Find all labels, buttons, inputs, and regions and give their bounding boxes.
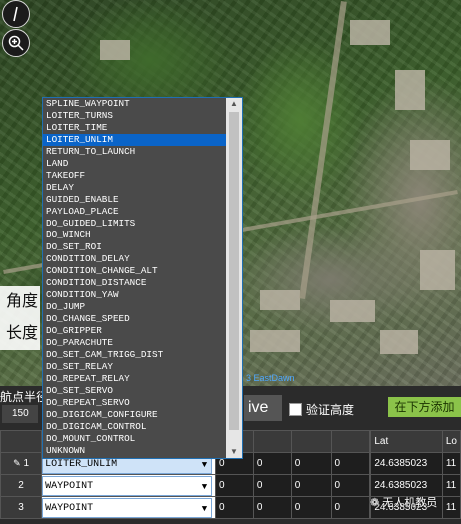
dropdown-option[interactable]: CONDITION_DISTANCE [43, 277, 226, 289]
dropdown-option[interactable]: RETURN_TO_LAUNCH [43, 146, 226, 158]
dropdown-option[interactable]: CONDITION_DELAY [43, 253, 226, 265]
dropdown-option[interactable]: DO_DIGICAM_CONFIGURE [43, 409, 226, 421]
command-value: LOITER_UNLIM [45, 458, 118, 470]
dropdown-option[interactable]: LOITER_UNLIM [43, 133, 226, 146]
dropdown-option[interactable]: DO_SET_RELAY [43, 361, 226, 373]
lon-cell[interactable]: 11 [441, 496, 461, 519]
command-cell[interactable]: WAYPOINT ▼ [41, 474, 217, 497]
altitude-mode-select[interactable]: ive [244, 395, 282, 421]
row-number[interactable]: ✎ 1 [0, 452, 43, 475]
param3-cell[interactable]: 0 [290, 496, 332, 519]
dropdown-option[interactable]: LOITER_TURNS [43, 110, 226, 122]
dropdown-scrollbar[interactable]: ▲ ▼ [226, 98, 242, 458]
header-p3 [290, 430, 332, 453]
length-label: 长度 [0, 318, 40, 350]
dropdown-option[interactable]: DO_SET_CAM_TRIGG_DIST [43, 349, 226, 361]
command-dropdown-list[interactable]: SPLINE_WAYPOINT LOITER_TURNS LOITER_TIME LO… [42, 97, 243, 459]
param4-cell[interactable]: 0 [330, 474, 371, 497]
dropdown-option[interactable]: DELAY [43, 182, 226, 194]
lon-cell[interactable]: 11 [441, 452, 461, 475]
zoom-in-icon [8, 35, 24, 51]
dropdown-option[interactable]: DO_SET_SERVO [43, 385, 226, 397]
waypoint-radius-input[interactable]: 150 [2, 405, 38, 423]
param4-cell[interactable]: 0 [330, 496, 371, 519]
header-p2 [252, 430, 292, 453]
dropdown-option[interactable]: DO_REPEAT_RELAY [43, 373, 226, 385]
row-number-text: 1 [23, 458, 30, 469]
param2-cell[interactable]: 0 [252, 496, 292, 519]
param4-cell[interactable]: 0 [330, 452, 371, 475]
dropdown-items: SPLINE_WAYPOINT LOITER_TURNS LOITER_TIME LO… [43, 98, 242, 457]
dropdown-option[interactable]: DO_MOUNT_CONTROL [43, 433, 226, 445]
watermark-text: 无人机教员 [382, 497, 438, 509]
row-number[interactable]: 3 [0, 496, 43, 519]
zoom-in-button[interactable] [2, 29, 30, 57]
param1-cell[interactable]: 0 [215, 474, 254, 497]
dropdown-option[interactable]: PAYLOAD_PLACE [43, 206, 226, 218]
dropdown-option[interactable]: DO_CHANGE_SPEED [43, 313, 226, 325]
header-lat: Lat [370, 430, 443, 453]
dropdown-option[interactable]: DO_REPEAT_SERVO [43, 397, 226, 409]
dropdown-option[interactable]: CONDITION_CHANGE_ALT [43, 265, 226, 277]
dropdown-option[interactable]: DO_SET_ROI [43, 241, 226, 253]
param3-cell[interactable]: 0 [290, 452, 332, 475]
measure-tool-button[interactable] [2, 0, 30, 28]
command-cell[interactable]: WAYPOINT ▼ [41, 496, 217, 519]
edit-pencil-icon: ✎ [13, 458, 21, 468]
waypoint-radius-label: 航点半径 [0, 390, 49, 404]
chevron-down-icon: ▼ [201, 503, 208, 514]
dropdown-option[interactable]: CONDITION_YAW [43, 289, 226, 301]
param2-cell[interactable]: 0 [252, 474, 292, 497]
param2-cell[interactable]: 0 [252, 452, 292, 475]
dropdown-option[interactable]: LAND [43, 158, 226, 170]
lon-cell[interactable]: 11 [441, 474, 461, 497]
dropdown-option[interactable]: DO_PARACHUTE [43, 337, 226, 349]
param1-cell[interactable]: 0 [215, 496, 254, 519]
scrollbar-thumb[interactable] [229, 112, 239, 430]
row-number[interactable]: 2 [0, 474, 43, 497]
dropdown-option[interactable]: SPLINE_WAYPOINT [43, 98, 226, 110]
verify-height-checkbox[interactable]: 验证高度 [289, 401, 354, 418]
watermark: ❁ 无人机教员 [370, 494, 437, 510]
dropdown-option[interactable]: DO_WINCH [43, 229, 226, 241]
command-value: WAYPOINT [45, 502, 94, 514]
header-rownum [0, 430, 43, 453]
dropdown-option[interactable]: UNKNOWN [43, 445, 226, 457]
compass-icon [13, 6, 18, 22]
dropdown-option[interactable]: DO_DIGICAM_CONTROL [43, 421, 226, 433]
scroll-down-icon[interactable]: ▼ [226, 446, 242, 458]
header-lon: Lo [441, 430, 461, 453]
command-value: WAYPOINT [45, 480, 94, 492]
command-select[interactable]: WAYPOINT ▼ [42, 497, 213, 518]
command-select[interactable]: WAYPOINT ▼ [42, 475, 213, 496]
chevron-down-icon: ▼ [201, 481, 208, 492]
header-p4 [330, 430, 371, 453]
dropdown-option[interactable]: GUIDED_ENABLE [43, 194, 226, 206]
dropdown-option[interactable]: LOITER_TIME [43, 122, 226, 134]
verify-height-label: 验证高度 [306, 403, 355, 417]
scroll-up-icon[interactable]: ▲ [226, 98, 242, 110]
dropdown-option[interactable]: DO_GUIDED_LIMITS [43, 218, 226, 230]
checkbox-box[interactable] [289, 403, 302, 416]
dropdown-option[interactable]: DO_JUMP [43, 301, 226, 313]
lat-cell[interactable]: 24.6385023 [370, 452, 443, 475]
param3-cell[interactable]: 0 [290, 474, 332, 497]
dropdown-option[interactable]: TAKEOFF [43, 170, 226, 182]
dropdown-option[interactable]: DO_GRIPPER [43, 325, 226, 337]
map-attribution: 3 EastDawn [246, 373, 295, 383]
angle-label: 角度 [0, 286, 40, 318]
wechat-icon: ❁ [370, 496, 380, 509]
add-below-button[interactable]: 在下方添加 [388, 397, 461, 417]
